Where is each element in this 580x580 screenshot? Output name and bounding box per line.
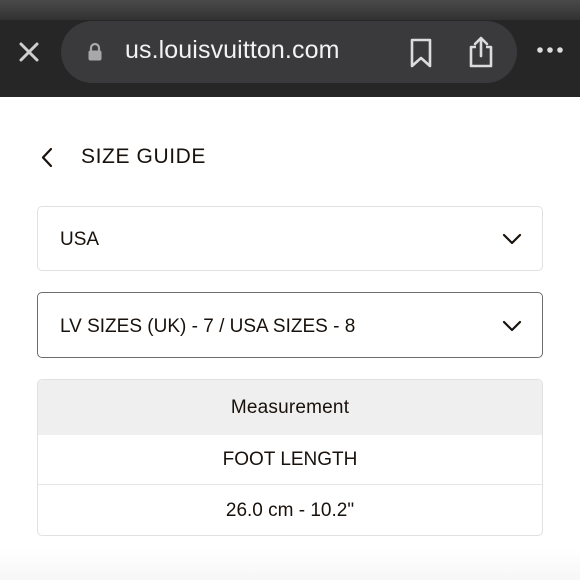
bottom-fade [0,548,580,580]
size-select-value: LV SIZES (UK) - 7 / USA SIZES - 8 [60,316,356,337]
measurement-table: Measurement FOOT LENGTH 26.0 cm - 10.2" [37,379,543,536]
browser-toolbar: us.louisvuitton.com [0,20,580,97]
address-bar[interactable]: us.louisvuitton.com [61,21,517,83]
country-select-value: USA [60,229,100,250]
share-icon[interactable] [466,35,496,69]
page-title: SIZE GUIDE [81,145,207,168]
close-icon[interactable] [14,37,44,67]
back-chevron-icon[interactable] [36,144,60,172]
size-select[interactable]: LV SIZES (UK) - 7 / USA SIZES - 8 [37,292,543,358]
status-strip [0,0,580,22]
table-row: 26.0 cm - 10.2" [225,500,355,521]
table-header: Measurement [38,380,542,435]
table-row: FOOT LENGTH [38,435,542,485]
bookmark-icon[interactable] [408,37,434,69]
country-select[interactable]: USA [37,206,543,271]
chevron-down-icon [502,319,522,333]
lock-icon [87,42,103,62]
more-icon[interactable] [534,40,566,60]
url-text: us.louisvuitton.com [125,36,340,64]
chevron-down-icon [502,232,522,246]
